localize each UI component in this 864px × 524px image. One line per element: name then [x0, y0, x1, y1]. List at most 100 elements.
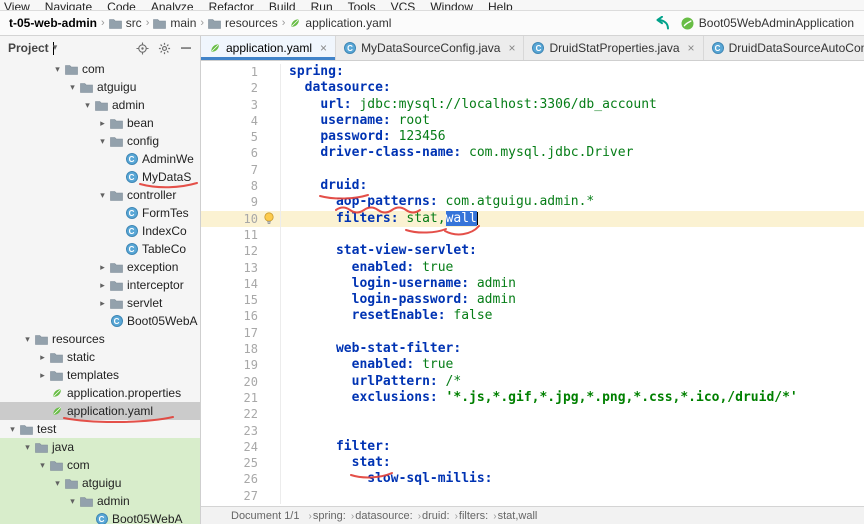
tree-item-servlet[interactable]: ▸ servlet: [0, 294, 200, 312]
status-path-item[interactable]: spring:: [313, 510, 346, 522]
code-line-7[interactable]: 7: [201, 161, 864, 179]
code-line-17[interactable]: 17: [201, 324, 864, 342]
close-tab-icon[interactable]: ×: [688, 41, 695, 55]
menu-run[interactable]: Run: [311, 0, 333, 10]
tab-MyDataSourceConfig.java[interactable]: C MyDataSourceConfig.java ×: [336, 36, 525, 60]
code-line-1[interactable]: 1 spring:: [201, 64, 864, 81]
chevron-right-icon[interactable]: ▸: [96, 298, 109, 309]
tree-item-config[interactable]: ▾ config: [0, 132, 200, 150]
tree-item-atguigu[interactable]: ▾ atguigu: [0, 78, 200, 96]
tree-item-exception[interactable]: ▸ exception: [0, 258, 200, 276]
status-path-item[interactable]: filters:: [459, 510, 488, 522]
tree-item-java[interactable]: ▾ java: [0, 438, 200, 456]
chevron-down-icon[interactable]: ▾: [6, 424, 19, 435]
tree-item-com[interactable]: ▾ com: [0, 60, 200, 78]
menu-vcs[interactable]: VCS: [391, 0, 416, 10]
code-line-4[interactable]: 4 username: root: [201, 112, 864, 130]
status-path-item[interactable]: datasource:: [355, 510, 412, 522]
code-line-20[interactable]: 20 urlPattern: /*: [201, 373, 864, 390]
chevron-down-icon[interactable]: ▾: [66, 496, 79, 507]
tree-item-templates[interactable]: ▸ templates: [0, 366, 200, 384]
tree-item-application.yaml[interactable]: application.yaml: [0, 402, 200, 420]
code-line-23[interactable]: 23: [201, 422, 864, 439]
menu-tools[interactable]: Tools: [348, 0, 376, 10]
tree-item-admin[interactable]: ▾ admin: [0, 96, 200, 114]
tree-item-static[interactable]: ▸ static: [0, 348, 200, 366]
breadcrumb-main[interactable]: main: [153, 16, 196, 30]
menu-window[interactable]: Window: [430, 0, 473, 10]
run-configuration-selector[interactable]: Boot05WebAdminApplication: [681, 16, 854, 30]
menu-code[interactable]: Code: [107, 0, 136, 10]
tree-item-application.properties[interactable]: application.properties: [0, 384, 200, 402]
status-path-item[interactable]: druid:: [422, 510, 450, 522]
chevron-right-icon[interactable]: ▸: [36, 370, 49, 381]
tree-item-com[interactable]: ▾ com: [0, 456, 200, 474]
breadcrumb-application.yaml[interactable]: application.yaml: [289, 16, 391, 30]
chevron-right-icon[interactable]: ▸: [36, 352, 49, 363]
code-line-25[interactable]: 25 stat:: [201, 455, 864, 472]
chevron-down-icon[interactable]: ▾: [66, 82, 79, 93]
menu-analyze[interactable]: Analyze: [151, 0, 194, 10]
menu-help[interactable]: Help: [488, 0, 513, 10]
chevron-down-icon[interactable]: ▾: [36, 460, 49, 471]
menu-navigate[interactable]: Navigate: [45, 0, 92, 10]
code-line-6[interactable]: 6 driver-class-name: com.mysql.jdbc.Driv…: [201, 145, 864, 162]
code-line-22[interactable]: 22: [201, 406, 864, 423]
tree-item-Boot05WebA[interactable]: C Boot05WebA: [0, 312, 200, 330]
code-line-5[interactable]: 5 password: 123456: [201, 129, 864, 146]
locate-file-icon[interactable]: [136, 41, 149, 55]
breadcrumb-resources[interactable]: resources: [208, 16, 278, 30]
code-line-13[interactable]: 13 enabled: true: [201, 259, 864, 276]
tree-item-TableCo[interactable]: C TableCo: [0, 240, 200, 258]
code-line-15[interactable]: 15 login-password: admin: [201, 292, 864, 309]
chevron-down-icon[interactable]: ▾: [96, 190, 109, 201]
code-line-19[interactable]: 19 enabled: true: [201, 357, 864, 374]
hide-panel-icon[interactable]: [180, 42, 192, 54]
code-line-11[interactable]: 11: [201, 226, 864, 244]
tree-item-test[interactable]: ▾ test: [0, 420, 200, 438]
breadcrumb-t-05-web-admin[interactable]: t-05-web-admin: [9, 16, 97, 30]
tab-application.yaml[interactable]: application.yaml ×: [201, 36, 337, 60]
code-line-24[interactable]: 24 filter:: [201, 438, 864, 456]
chevron-down-icon[interactable]: ▾: [51, 64, 64, 75]
tab-DruidDataSourceAutoConfigure.java[interactable]: CDruidDataSourceAutoConfigure.java×: [704, 36, 864, 60]
tree-item-AdminWe[interactable]: C AdminWe: [0, 150, 200, 168]
project-view-selector[interactable]: Project ▾: [8, 41, 57, 55]
tree-item-bean[interactable]: ▸ bean: [0, 114, 200, 132]
tree-item-FormTes[interactable]: C FormTes: [0, 204, 200, 222]
chevron-right-icon[interactable]: ▸: [96, 280, 109, 291]
menu-view[interactable]: View: [4, 0, 30, 10]
tree-item-resources[interactable]: ▾ resources: [0, 330, 200, 348]
code-line-16[interactable]: 16 resetEnable: false: [201, 308, 864, 325]
editor[interactable]: 1 spring: 2 datasource: 3 url: jdbc:mysql:/…: [201, 61, 864, 506]
code-line-12[interactable]: 12 stat-view-servlet:: [201, 243, 864, 260]
code-line-18[interactable]: 18 web-stat-filter:: [201, 341, 864, 358]
chevron-down-icon[interactable]: ▾: [21, 334, 34, 345]
menu-refactor[interactable]: Refactor: [209, 0, 254, 10]
tab-DruidStatProperties.java[interactable]: C DruidStatProperties.java ×: [524, 36, 704, 60]
code-line-9[interactable]: 9 aop-patterns: com.atguigu.admin.*: [201, 194, 864, 211]
tree-item-admin[interactable]: ▾ admin: [0, 492, 200, 510]
tree-item-MyDataS[interactable]: C MyDataS: [0, 168, 200, 186]
chevron-down-icon[interactable]: ▾: [51, 478, 64, 489]
tree-item-interceptor[interactable]: ▸ interceptor: [0, 276, 200, 294]
chevron-down-icon[interactable]: ▾: [81, 100, 94, 111]
close-tab-icon[interactable]: ×: [320, 41, 327, 55]
tree-item-controller[interactable]: ▾ controller: [0, 186, 200, 204]
code-line-27[interactable]: 27: [201, 487, 864, 505]
chevron-down-icon[interactable]: ▾: [96, 136, 109, 147]
breadcrumb-src[interactable]: src: [108, 16, 142, 30]
menu-build[interactable]: Build: [269, 0, 296, 10]
tree-item-IndexCo[interactable]: C IndexCo: [0, 222, 200, 240]
settings-gear-icon[interactable]: [158, 42, 171, 55]
chevron-down-icon[interactable]: ▾: [21, 442, 34, 453]
code-line-14[interactable]: 14 login-username: admin: [201, 275, 864, 293]
code-line-8[interactable]: 8 druid:: [201, 178, 864, 195]
code-line-10[interactable]: 10 filters: stat,wall: [201, 210, 864, 227]
status-path-item[interactable]: stat,wall: [498, 510, 538, 522]
close-tab-icon[interactable]: ×: [508, 41, 515, 55]
chevron-right-icon[interactable]: ▸: [96, 118, 109, 129]
code-line-21[interactable]: 21 exclusions: '*.js,*.gif,*.jpg,*.png,*…: [201, 389, 864, 407]
tree-item-atguigu[interactable]: ▾ atguigu: [0, 474, 200, 492]
code-line-3[interactable]: 3 url: jdbc:mysql://localhost:3306/db_ac…: [201, 96, 864, 113]
